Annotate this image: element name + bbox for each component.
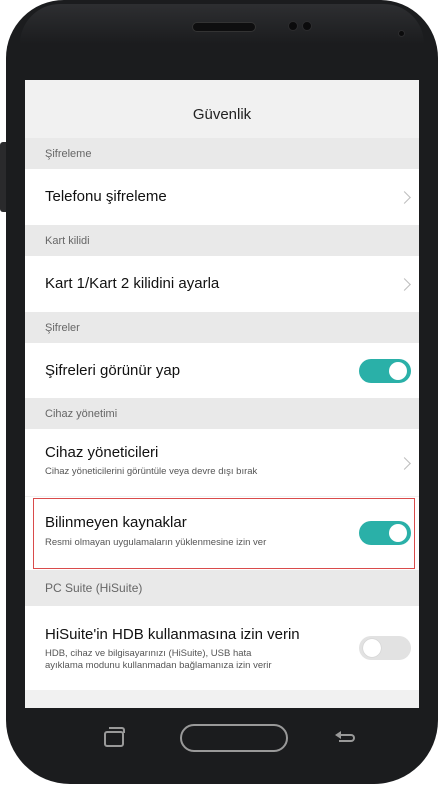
- toggle-knob: [389, 362, 407, 380]
- earpiece-speaker: [192, 22, 256, 32]
- row-phone-encrypt[interactable]: Telefonu şifreleme: [25, 169, 419, 225]
- side-button: [0, 142, 6, 212]
- chevron-right-icon: [398, 457, 411, 470]
- navigation-bar: [25, 708, 419, 766]
- toggle-knob: [363, 639, 381, 657]
- row-subtitle-line1: HDB, cihaz ve bilgisayarınızı (HiSuite),…: [45, 648, 252, 659]
- front-sensor-icon: [288, 21, 298, 31]
- row-title: Telefonu şifreleme: [45, 188, 167, 205]
- hisuite-hdb-toggle[interactable]: [359, 636, 411, 660]
- home-button[interactable]: [180, 724, 288, 752]
- unknown-sources-toggle[interactable]: [359, 521, 411, 545]
- row-show-passwords[interactable]: Şifreleri görünür yap: [25, 343, 419, 398]
- section-passwords: Şifreler: [25, 312, 419, 343]
- row-subtitle: Cihaz yöneticilerini görüntüle veya devr…: [45, 466, 258, 477]
- row-title: Şifreleri görünür yap: [45, 362, 181, 379]
- row-unknown-sources[interactable]: Bilinmeyen kaynaklar Resmi olmayan uygul…: [25, 497, 419, 570]
- status-bar: [25, 80, 419, 90]
- section-device-admin: Cihaz yönetimi: [25, 398, 419, 429]
- page-title: Güvenlik: [25, 90, 419, 138]
- row-subtitle-line2: ayıklama modunu kullanmadan bağlamanıza …: [45, 660, 272, 671]
- back-icon[interactable]: [335, 730, 357, 744]
- recent-apps-icon[interactable]: [104, 727, 125, 747]
- row-subtitle: Resmi olmayan uygulamaların yüklenmesine…: [45, 537, 267, 548]
- section-encryption: Şifreleme: [25, 138, 419, 169]
- toggle-knob: [389, 524, 407, 542]
- row-title: Cihaz yöneticileri: [45, 444, 159, 461]
- row-title: Kart 1/Kart 2 kilidini ayarla: [45, 275, 220, 292]
- front-camera-icon: [302, 21, 312, 31]
- row-hisuite-hdb[interactable]: HiSuite'in HDB kullanmasına izin verin H…: [25, 606, 419, 690]
- screen: Güvenlik Şifreleme Telefonu şifreleme Ka…: [25, 80, 419, 708]
- section-card-lock: Kart kilidi: [25, 225, 419, 256]
- sensor-dot-icon: [398, 30, 405, 37]
- row-card-lock[interactable]: Kart 1/Kart 2 kilidini ayarla: [25, 256, 419, 312]
- chevron-right-icon: [398, 191, 411, 204]
- show-passwords-toggle[interactable]: [359, 359, 411, 383]
- section-pc-suite: PC Suite (HiSuite): [25, 570, 419, 606]
- row-device-admins[interactable]: Cihaz yöneticileri Cihaz yöneticilerini …: [25, 429, 419, 496]
- row-title: Bilinmeyen kaynaklar: [45, 514, 187, 531]
- chevron-right-icon: [398, 278, 411, 291]
- row-title: HiSuite'in HDB kullanmasına izin verin: [45, 626, 300, 643]
